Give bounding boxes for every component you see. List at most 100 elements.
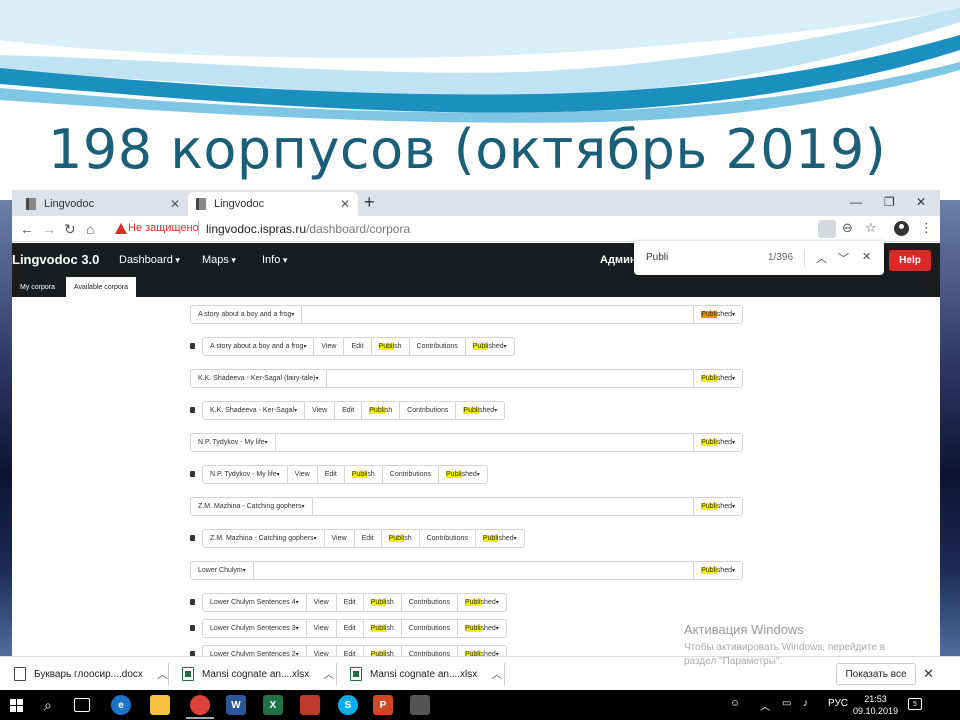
minimize-button[interactable]: — [850, 195, 862, 209]
app-brand[interactable]: Lingvodoc 3.0 [12, 252, 99, 267]
browser-menu-icon[interactable]: ⋮ [920, 220, 933, 236]
notification-center-icon[interactable]: 5 [908, 698, 922, 710]
edit-button[interactable]: Edit [318, 466, 345, 483]
contributions-button[interactable]: Contributions [400, 402, 457, 419]
sub-corpus-name-dropdown[interactable]: K.K. Shadeeva - Ker-Sagal [203, 402, 306, 419]
restore-button[interactable]: ❐ [884, 195, 895, 209]
abbyy-icon[interactable] [300, 695, 320, 715]
excel-icon[interactable]: X [263, 695, 283, 715]
reload-icon[interactable]: ↻ [64, 221, 76, 238]
corpus-name-dropdown[interactable]: N.P. Tydykov - My life [191, 434, 276, 451]
status-dropdown[interactable]: Publi shed [476, 530, 524, 547]
menu-maps[interactable]: Maps [202, 254, 236, 266]
tab-close-icon[interactable]: ✕ [170, 197, 180, 211]
tab-close-icon[interactable]: ✕ [340, 197, 350, 211]
browser-tab-2[interactable]: Lingvodoc ✕ [188, 192, 358, 216]
tab-available-corpora[interactable]: Available corpora [66, 277, 136, 297]
sub-corpus-name-dropdown[interactable]: Lower Chulym Sentences 2 [203, 646, 307, 656]
sub-corpus-name-dropdown[interactable]: Lower Chulym Sentences 4 [203, 594, 307, 611]
edit-button[interactable]: Edit [337, 620, 364, 637]
publish-button[interactable]: Publi sh [382, 530, 420, 547]
clock[interactable]: 21:53 09.10.2019 [853, 693, 898, 717]
network-icon[interactable]: ▭ [782, 698, 791, 709]
view-button[interactable]: View [314, 338, 345, 355]
download-item[interactable]: Mansi cognate an....xlsx ︿ [182, 662, 334, 686]
edit-button[interactable]: Edit [344, 338, 372, 355]
edit-button[interactable]: Edit [335, 402, 363, 419]
status-dropdown[interactable]: Publi shed [694, 306, 742, 323]
view-button[interactable]: View [307, 646, 337, 656]
menu-dashboard[interactable]: Dashboard [119, 254, 180, 266]
status-dropdown[interactable]: Publi shed [466, 338, 514, 355]
page-translate-icon[interactable] [818, 220, 836, 238]
new-tab-button[interactable]: + [364, 192, 375, 213]
word-icon[interactable]: W [226, 695, 246, 715]
profile-avatar-icon[interactable] [894, 221, 909, 236]
chrome-icon[interactable] [186, 695, 214, 719]
sub-corpus-name-dropdown[interactable]: A story about a boy and a frog [203, 338, 315, 355]
menu-info[interactable]: Info [262, 254, 287, 266]
chevron-up-icon[interactable]: ︿ [323, 666, 334, 682]
view-button[interactable]: View [307, 594, 337, 611]
sub-corpus-name-dropdown[interactable]: N.P. Tydykov - My life [203, 466, 288, 483]
shelf-close-icon[interactable]: ✕ [923, 666, 934, 682]
contributions-button[interactable]: Contributions [402, 620, 458, 637]
powerpoint-icon[interactable]: P [373, 695, 393, 715]
user-menu[interactable]: Админ [600, 254, 636, 266]
publish-button[interactable]: Publi sh [372, 338, 410, 355]
window-close-button[interactable]: ✕ [916, 195, 926, 209]
corpus-name-dropdown[interactable]: Z.M. Mazhina - Catching gophers [191, 498, 313, 515]
chevron-up-icon[interactable]: ︿ [491, 666, 502, 682]
publish-button[interactable]: Publi sh [364, 646, 402, 656]
volume-icon[interactable]: ♪ [803, 698, 808, 709]
edit-button[interactable]: Edit [355, 530, 382, 547]
bookmark-star-icon[interactable]: ☆ [865, 220, 877, 236]
contributions-button[interactable]: Contributions [383, 466, 440, 483]
find-prev-icon[interactable]: ︿ [816, 250, 827, 266]
contributions-button[interactable]: Contributions [410, 338, 466, 355]
calculator-icon[interactable] [410, 695, 430, 715]
task-view-icon[interactable] [74, 698, 90, 712]
address-bar[interactable]: lingvodoc.ispras.ru/dashboard/corpora [206, 222, 410, 236]
file-explorer-icon[interactable] [150, 695, 170, 715]
browser-tab-1[interactable]: Lingvodoc ✕ [18, 192, 188, 216]
language-indicator[interactable]: РУС [828, 698, 848, 709]
publish-button[interactable]: Publi sh [345, 466, 383, 483]
status-dropdown[interactable]: Publi shed [694, 562, 742, 579]
windows-start-icon[interactable] [10, 699, 23, 712]
zoom-icon[interactable]: ⊖ [842, 220, 853, 236]
corpus-name-dropdown[interactable]: Lower Chulym [191, 562, 254, 579]
people-icon[interactable]: ☺ [730, 698, 740, 709]
view-button[interactable]: View [305, 402, 336, 419]
status-dropdown[interactable]: Publi shed [458, 646, 506, 656]
find-input[interactable]: Publi [646, 252, 668, 263]
forward-arrow-icon[interactable]: → [42, 221, 56, 237]
edge-icon[interactable]: e [111, 695, 131, 715]
view-button[interactable]: View [325, 530, 355, 547]
contributions-button[interactable]: Contributions [420, 530, 476, 547]
find-close-icon[interactable]: ✕ [862, 250, 871, 263]
tab-my-corpora[interactable]: My corpora [12, 277, 63, 297]
contributions-button[interactable]: Contributions [402, 594, 458, 611]
publish-button[interactable]: Publi sh [364, 594, 402, 611]
skype-icon[interactable]: S [338, 695, 358, 715]
home-icon[interactable]: ⌂ [86, 221, 94, 237]
status-dropdown[interactable]: Publi shed [694, 370, 742, 387]
status-dropdown[interactable]: Publi shed [456, 402, 504, 419]
download-item[interactable]: Mansi cognate an....xlsx ︿ [350, 662, 502, 686]
view-button[interactable]: View [288, 466, 318, 483]
chevron-up-icon[interactable]: ︿ [157, 666, 168, 682]
edit-button[interactable]: Edit [337, 594, 364, 611]
status-dropdown[interactable]: Publi shed [458, 620, 506, 637]
tray-chevron-icon[interactable]: ︿ [760, 698, 770, 713]
view-button[interactable]: View [307, 620, 337, 637]
edit-button[interactable]: Edit [337, 646, 364, 656]
status-dropdown[interactable]: Publi shed [694, 434, 742, 451]
search-icon[interactable]: ⌕ [44, 697, 52, 714]
help-button[interactable]: Help [889, 250, 931, 271]
corpus-name-dropdown[interactable]: A story about a boy and a frog [191, 306, 303, 323]
publish-button[interactable]: Publi sh [362, 402, 401, 419]
sub-corpus-name-dropdown[interactable]: Lower Chulym Sentences 3 [203, 620, 307, 637]
status-dropdown[interactable]: Publi shed [458, 594, 506, 611]
publish-button[interactable]: Publi sh [364, 620, 402, 637]
